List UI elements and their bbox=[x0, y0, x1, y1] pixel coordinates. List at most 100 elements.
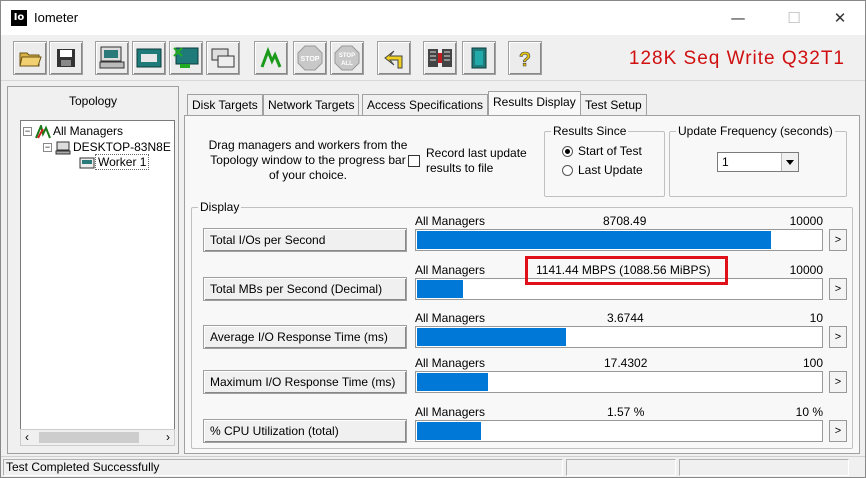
tab-access-specifications[interactable]: Access Specifications bbox=[362, 94, 489, 115]
total-mbs-button[interactable]: Total MBs per Second (Decimal) bbox=[203, 277, 407, 301]
update-frequency-title: Update Frequency (seconds) bbox=[676, 124, 835, 138]
status-pane-3 bbox=[679, 459, 849, 476]
max-response-progress-bar[interactable] bbox=[415, 371, 823, 393]
avg-response-button[interactable]: Average I/O Response Time (ms) bbox=[203, 325, 407, 349]
total-ios-max: 10000 bbox=[789, 214, 823, 228]
highlight-box bbox=[525, 256, 728, 285]
window-title: Iometer bbox=[34, 10, 79, 25]
disconnect-managers-button[interactable] bbox=[423, 41, 457, 75]
total-mbs-max: 10000 bbox=[789, 263, 823, 277]
new-network-worker-icon bbox=[136, 48, 162, 68]
topology-tree[interactable]: − All Managers − DESKTOP-83N8E Worker 1 bbox=[20, 120, 175, 430]
tree-item-manager[interactable]: − DESKTOP-83N8E bbox=[43, 139, 173, 155]
cpu-util-manager-label: All Managers bbox=[415, 405, 486, 419]
tab-disk-targets[interactable]: Disk Targets bbox=[187, 94, 263, 115]
duplicate-worker-button[interactable] bbox=[206, 41, 240, 75]
start-tests-icon bbox=[260, 46, 282, 68]
scroll-left-icon[interactable]: ‹ bbox=[25, 430, 29, 444]
save-config-button[interactable] bbox=[49, 41, 83, 75]
scroll-thumb[interactable] bbox=[39, 432, 139, 443]
display-title: Display bbox=[198, 200, 242, 214]
max-response-expand-button[interactable]: > bbox=[829, 371, 847, 393]
tree-item-worker[interactable]: Worker 1 bbox=[79, 154, 150, 170]
tree-horizontal-scrollbar[interactable]: ‹ › bbox=[20, 429, 175, 446]
open-config-button[interactable] bbox=[13, 41, 47, 75]
toolbar: STOP STOP ALL ? 128K Seq Write Q32T1 bbox=[1, 35, 865, 81]
cpu-util-progress-bar[interactable] bbox=[415, 420, 823, 442]
exit-icon bbox=[471, 47, 487, 69]
status-pane-2 bbox=[566, 459, 676, 476]
exit-button[interactable] bbox=[462, 41, 496, 75]
avg-response-expand-button[interactable]: > bbox=[829, 326, 847, 348]
total-mbs-manager-label: All Managers bbox=[415, 263, 486, 277]
max-response-value: 17.4302 bbox=[604, 356, 648, 370]
status-text: Test Completed Successfully bbox=[6, 460, 160, 474]
maximize-button[interactable]: ☐ bbox=[771, 1, 817, 35]
duplicate-worker-icon bbox=[211, 48, 235, 68]
total-mbs-progress-fill bbox=[417, 280, 463, 298]
total-ios-progress-fill bbox=[417, 231, 771, 249]
cpu-util-progress-fill bbox=[417, 422, 481, 440]
benchmark-title: 128K Seq Write Q32T1 bbox=[628, 48, 845, 69]
tree-item-all-managers[interactable]: − All Managers bbox=[23, 122, 125, 139]
add-network-worker-button[interactable] bbox=[169, 41, 203, 75]
update-frequency-select[interactable]: 1 bbox=[717, 152, 799, 172]
new-disk-worker-icon bbox=[99, 46, 125, 69]
svg-text:?: ? bbox=[519, 49, 531, 70]
open-config-icon bbox=[19, 52, 42, 67]
reset-workers-button[interactable] bbox=[377, 41, 411, 75]
stop-all-icon: STOP ALL bbox=[334, 45, 360, 71]
radio-last-update[interactable] bbox=[562, 165, 573, 176]
cpu-util-value: 1.57 % bbox=[607, 405, 645, 419]
worker-icon bbox=[79, 157, 95, 169]
svg-text:STOP: STOP bbox=[339, 53, 355, 59]
results-since-title: Results Since bbox=[551, 124, 629, 138]
topology-label: Topology bbox=[68, 94, 118, 108]
title-bar: Io Iometer — ☐ ✕ bbox=[1, 1, 865, 35]
new-network-worker-button[interactable] bbox=[132, 41, 166, 75]
tab-network-targets[interactable]: Network Targets bbox=[263, 94, 360, 115]
cpu-util-button[interactable]: % CPU Utilization (total) bbox=[203, 419, 407, 443]
new-disk-worker-button[interactable] bbox=[95, 41, 129, 75]
max-response-manager-label: All Managers bbox=[415, 356, 486, 370]
collapse-icon[interactable]: − bbox=[23, 127, 32, 137]
tab-test-setup[interactable]: Test Setup bbox=[580, 94, 647, 115]
max-response-progress-fill bbox=[417, 373, 488, 391]
total-ios-value: 8708.49 bbox=[603, 214, 647, 228]
max-response-button[interactable]: Maximum I/O Response Time (ms) bbox=[203, 370, 407, 394]
stop-test-button[interactable]: STOP bbox=[293, 41, 327, 75]
total-mbs-expand-button[interactable]: > bbox=[829, 278, 847, 300]
record-results-label: Record last update results to file bbox=[426, 146, 527, 175]
computer-icon bbox=[55, 141, 71, 155]
close-button[interactable]: ✕ bbox=[817, 1, 863, 35]
svg-text:ALL: ALL bbox=[341, 61, 353, 67]
save-config-icon bbox=[57, 49, 75, 67]
stop-all-button[interactable]: STOP ALL bbox=[330, 41, 364, 75]
tab-results-display[interactable]: Results Display bbox=[488, 91, 581, 115]
chevron-down-icon[interactable] bbox=[781, 153, 798, 171]
all-managers-icon bbox=[35, 122, 51, 139]
start-tests-button[interactable] bbox=[254, 41, 288, 75]
total-ios-progress-bar[interactable] bbox=[415, 229, 823, 251]
scroll-right-icon[interactable]: › bbox=[166, 430, 170, 444]
tree-item-label: All Managers bbox=[53, 124, 124, 138]
avg-response-progress-bar[interactable] bbox=[415, 326, 823, 348]
minimize-button[interactable]: — bbox=[715, 1, 761, 35]
total-ios-expand-button[interactable]: > bbox=[829, 229, 847, 251]
total-ios-button[interactable]: Total I/Os per Second bbox=[203, 228, 407, 252]
radio-start-of-test-label: Start of Test bbox=[578, 144, 642, 158]
iometer-app-icon: Io bbox=[11, 10, 27, 26]
collapse-icon[interactable]: − bbox=[43, 143, 52, 153]
avg-response-max: 10 bbox=[809, 311, 823, 325]
cpu-util-expand-button[interactable]: > bbox=[829, 420, 847, 442]
record-results-checkbox[interactable] bbox=[408, 155, 420, 167]
avg-response-progress-fill bbox=[417, 328, 566, 346]
max-response-max: 100 bbox=[802, 356, 823, 370]
avg-response-manager-label: All Managers bbox=[415, 311, 486, 325]
radio-start-of-test[interactable] bbox=[562, 146, 573, 157]
help-icon: ? bbox=[519, 49, 532, 70]
tree-item-label: Worker 1 bbox=[95, 154, 150, 170]
tree-item-label: DESKTOP-83N8E bbox=[73, 140, 171, 154]
help-button[interactable]: ? bbox=[508, 41, 542, 75]
add-network-worker-icon bbox=[173, 47, 199, 68]
